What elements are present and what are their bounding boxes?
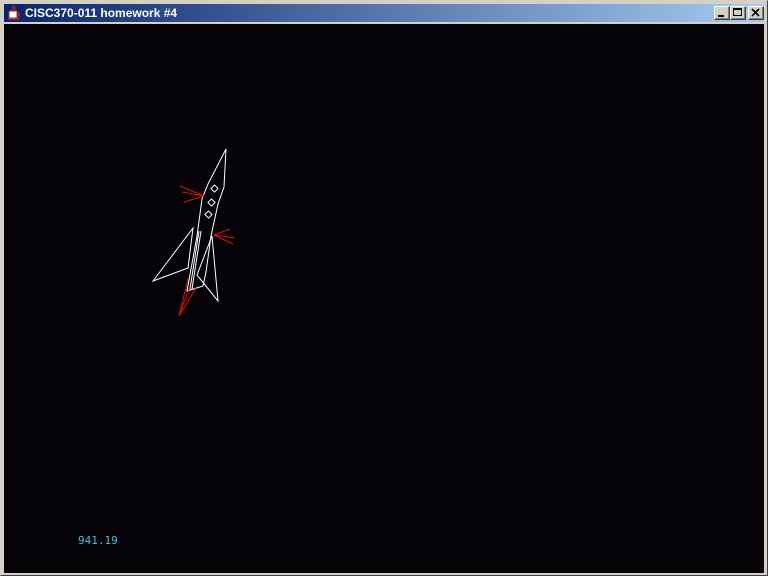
left-thruster-flame	[179, 185, 205, 203]
rocket-ship	[151, 148, 227, 303]
right-thruster-flame	[213, 228, 236, 245]
rocket-window	[204, 210, 213, 219]
java-cup-icon[interactable]	[6, 5, 22, 21]
main-engine-flame	[178, 278, 197, 317]
maximize-icon	[733, 8, 742, 16]
minimize-button[interactable]	[714, 6, 730, 20]
window-title: CISC370-011 homework #4	[25, 6, 178, 20]
minimize-icon	[718, 15, 724, 17]
close-icon	[751, 8, 760, 17]
rocket-left-fin	[151, 226, 194, 283]
close-button[interactable]	[748, 6, 764, 20]
game-canvas[interactable]	[4, 24, 764, 573]
rocket-window	[210, 184, 219, 193]
rocket-window	[207, 198, 216, 207]
title-bar[interactable]: CISC370-011 homework #4	[4, 4, 764, 22]
rocket-right-fin	[196, 235, 219, 303]
app-window: CISC370-011 homework #4 941.19	[0, 0, 768, 576]
distance-readout: 941.19	[78, 534, 118, 547]
maximize-button[interactable]	[730, 6, 746, 20]
thruster-flames	[178, 185, 236, 317]
